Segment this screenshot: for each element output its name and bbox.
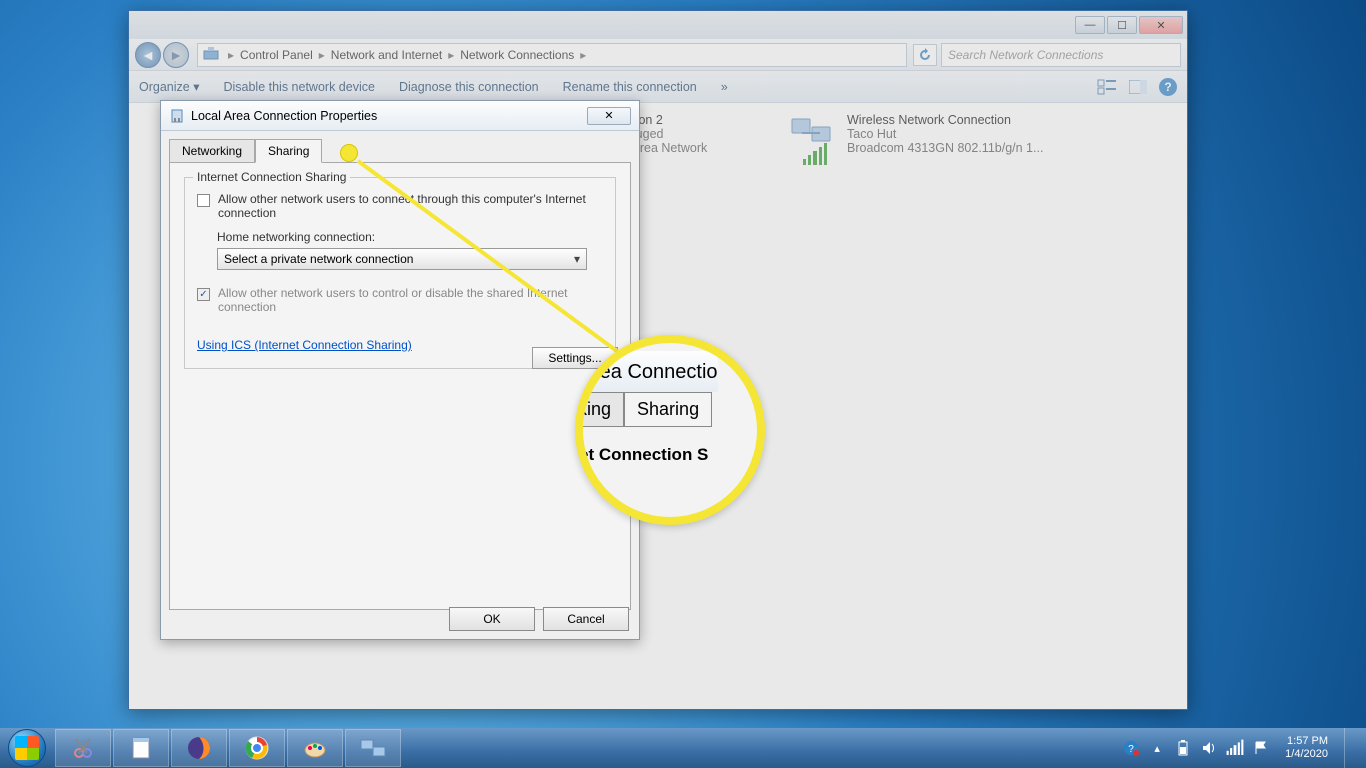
more-commands[interactable]: »: [721, 80, 728, 94]
dialog-title: Local Area Connection Properties: [191, 109, 377, 123]
dialog-close-button[interactable]: ✕: [587, 107, 631, 125]
action-center-icon[interactable]: ?: [1123, 740, 1139, 756]
clock-time: 1:57 PM: [1285, 735, 1328, 748]
breadcrumb-icon: [202, 45, 222, 65]
search-input[interactable]: Search Network Connections: [941, 43, 1181, 67]
mag-tab-networking: king: [575, 392, 624, 427]
dialog-tabs: Networking Sharing: [169, 139, 631, 162]
search-placeholder: Search Network Connections: [948, 48, 1103, 62]
taskbar-notepad[interactable]: [113, 729, 169, 767]
battery-icon[interactable]: [1175, 740, 1191, 756]
back-button[interactable]: ◄: [135, 42, 161, 68]
close-button[interactable]: ✕: [1139, 16, 1183, 34]
taskbar-network-connections[interactable]: [345, 729, 401, 767]
connection-properties-dialog: Local Area Connection Properties ✕ Netwo…: [160, 100, 640, 640]
allow-connect-label: Allow other network users to connect thr…: [218, 192, 603, 220]
window-titlebar: — ☐ ✕: [129, 11, 1187, 39]
dropdown-value: Select a private network connection: [224, 252, 413, 266]
group-title: Internet Connection Sharing: [193, 170, 350, 184]
ics-help-link[interactable]: Using ICS (Internet Connection Sharing): [197, 338, 412, 352]
diagnose-button[interactable]: Diagnose this connection: [399, 80, 539, 94]
breadcrumb-seg[interactable]: Network and Internet: [327, 48, 446, 62]
clock-date: 1/4/2020: [1285, 748, 1328, 761]
taskbar-paint[interactable]: [287, 729, 343, 767]
help-icon[interactable]: ?: [1159, 78, 1177, 96]
mag-tab-sharing: Sharing: [624, 392, 712, 427]
taskbar: ? ▴ 1:57 PM 1/4/2020: [0, 728, 1366, 768]
ics-group: Internet Connection Sharing Allow other …: [184, 177, 616, 369]
system-tray: ? ▴ 1:57 PM 1/4/2020: [1115, 728, 1366, 768]
callout-dot: [340, 144, 358, 162]
connection-desc: Broadcom 4313GN 802.11b/g/n 1...: [847, 141, 1043, 155]
ok-button[interactable]: OK: [449, 607, 535, 631]
taskbar-firefox[interactable]: [171, 729, 227, 767]
allow-control-label: Allow other network users to control or …: [218, 286, 603, 314]
mag-group-fragment: et Connection S: [575, 427, 718, 465]
maximize-button[interactable]: ☐: [1107, 16, 1137, 34]
tab-sharing[interactable]: Sharing: [255, 139, 322, 163]
tray-expand-icon[interactable]: ▴: [1149, 740, 1165, 756]
home-network-label: Home networking connection:: [217, 230, 603, 244]
organize-menu[interactable]: Organize ▾: [139, 79, 199, 94]
connection-title: Wireless Network Connection: [847, 113, 1043, 127]
taskbar-clock[interactable]: 1:57 PM 1/4/2020: [1279, 735, 1334, 761]
dialog-titlebar: Local Area Connection Properties ✕: [161, 101, 639, 131]
breadcrumb-seg[interactable]: Control Panel: [236, 48, 317, 62]
tab-networking[interactable]: Networking: [169, 139, 255, 162]
sharing-tab-panel: Internet Connection Sharing Allow other …: [169, 162, 631, 610]
mag-title-fragment: rea Connectio: [575, 351, 718, 392]
taskbar-snipping-tool[interactable]: [55, 729, 111, 767]
home-network-dropdown[interactable]: Select a private network connection: [217, 248, 587, 270]
disable-device-button[interactable]: Disable this network device: [223, 80, 374, 94]
show-desktop-button[interactable]: [1344, 728, 1358, 768]
volume-icon[interactable]: [1201, 740, 1217, 756]
connection-status: Taco Hut: [847, 127, 1043, 141]
network-tray-icon[interactable]: [1227, 740, 1243, 756]
start-button[interactable]: [0, 728, 54, 768]
cancel-button[interactable]: Cancel: [543, 607, 629, 631]
minimize-button[interactable]: —: [1075, 16, 1105, 34]
breadcrumb[interactable]: ▸ Control Panel ▸ Network and Internet ▸…: [197, 43, 907, 67]
nav-bar: ◄ ► ▸ Control Panel ▸ Network and Intern…: [129, 39, 1187, 71]
adapter-icon: [169, 108, 185, 124]
refresh-button[interactable]: [913, 44, 937, 66]
command-bar: Organize ▾ Disable this network device D…: [129, 71, 1187, 103]
forward-button[interactable]: ►: [163, 42, 189, 68]
connection-item-wifi[interactable]: Wireless Network Connection Taco Hut Bro…: [789, 113, 1043, 155]
allow-control-checkbox: [197, 288, 210, 301]
preview-pane-icon[interactable]: [1129, 80, 1147, 94]
breadcrumb-seg[interactable]: Network Connections: [456, 48, 578, 62]
allow-connect-checkbox[interactable]: [197, 194, 210, 207]
flag-icon[interactable]: [1253, 740, 1269, 756]
callout-magnifier: rea Connectio king Sharing et Connection…: [575, 335, 765, 525]
taskbar-chrome[interactable]: [229, 729, 285, 767]
view-options-icon[interactable]: [1097, 79, 1117, 95]
rename-button[interactable]: Rename this connection: [563, 80, 697, 94]
